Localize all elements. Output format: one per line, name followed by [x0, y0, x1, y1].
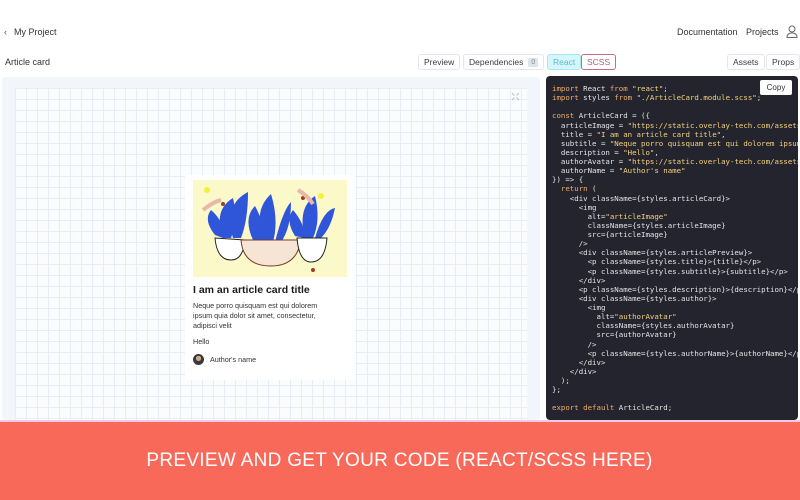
code-line: </div>: [552, 357, 606, 367]
code-line: authorName = "Author's name": [552, 166, 686, 176]
code-line: alt="articleImage": [552, 211, 668, 221]
dependencies-button[interactable]: Dependencies 0: [463, 54, 545, 70]
code-line: subtitle = "Neque porro quisquam est qui…: [552, 138, 798, 148]
code-block: import React from "react"; import styles …: [552, 84, 798, 413]
props-label: Props: [772, 57, 795, 67]
dependencies-count: 0: [528, 57, 539, 67]
code-line: </div>: [552, 366, 597, 376]
nav-documentation[interactable]: Documentation: [677, 27, 738, 37]
article-image: [193, 180, 347, 277]
code-line: <p className={styles.authorName}>{author…: [552, 348, 798, 358]
code-line: );: [552, 376, 570, 385]
author-avatar: [193, 354, 204, 365]
back-link[interactable]: ‹ My Project: [4, 27, 57, 37]
preview-label: Preview: [424, 57, 455, 67]
card-subtitle: Neque porro quisquam est qui dolorem ips…: [193, 301, 318, 330]
scss-label: SCSS: [587, 57, 611, 67]
chevron-left-icon: ‹: [4, 27, 7, 37]
react-label: React: [553, 57, 576, 67]
preview-button[interactable]: Preview: [418, 54, 461, 70]
expand-icon[interactable]: [511, 92, 520, 101]
assets-button[interactable]: Assets: [727, 54, 765, 70]
code-line: <img: [552, 202, 597, 212]
assets-label: Assets: [733, 57, 759, 67]
code-panel: import React from "react"; import styles …: [546, 76, 798, 420]
code-line: <div className={styles.author}>: [552, 293, 717, 303]
project-name: My Project: [14, 27, 57, 37]
card-title: I am an article card title: [193, 284, 310, 296]
code-line: />: [552, 239, 588, 249]
code-line: }) => {: [552, 175, 584, 185]
code-line: alt="authorAvatar": [552, 312, 677, 322]
code-line: export default ArticleCard;: [552, 403, 673, 413]
article-card: I am an article card title Neque porro q…: [185, 175, 355, 380]
code-line: />: [552, 339, 597, 349]
user-icon[interactable]: [786, 25, 798, 38]
code-line: <p className={styles.subtitle}>{subtitle…: [552, 266, 788, 276]
code-line: className={styles.articleImage}: [552, 220, 726, 230]
code-line: <div className={styles.articleCard}>: [552, 193, 730, 203]
code-line: src={authorAvatar}: [552, 330, 677, 340]
code-line: articleImage = "https://static.overlay-t…: [552, 120, 798, 130]
banner-text: PREVIEW AND GET YOUR CODE (REACT/SCSS HE…: [146, 450, 653, 471]
dependencies-label: Dependencies: [469, 57, 524, 67]
code-line: src={articleImage}: [552, 230, 668, 239]
code-line: description = "Hello",: [552, 147, 659, 157]
code-line: <img: [552, 303, 606, 312]
code-line: };: [552, 385, 561, 395]
code-line: const ArticleCard = ({: [552, 111, 650, 121]
props-button[interactable]: Props: [766, 54, 800, 70]
code-line: className={styles.authorAvatar}: [552, 321, 735, 331]
code-line: <div className={styles.articlePreview}>: [552, 248, 753, 258]
tab-scss[interactable]: SCSS: [581, 54, 617, 70]
card-description: Hello: [193, 337, 210, 346]
banner: PREVIEW AND GET YOUR CODE (REACT/SCSS HE…: [0, 420, 800, 500]
code-line: title = "I am an article card title",: [552, 129, 726, 139]
nav-projects[interactable]: Projects: [746, 27, 779, 37]
author-name: Author's name: [210, 355, 257, 364]
tab-react[interactable]: React: [547, 54, 582, 70]
copy-button[interactable]: Copy: [760, 80, 792, 95]
code-line: <p className={styles.title}>{title}</p>: [552, 257, 762, 267]
code-line: </div>: [552, 275, 606, 285]
code-line: return (: [560, 184, 597, 194]
code-line: authorAvatar = "https://static.overlay-t…: [552, 157, 798, 166]
component-name: Article card: [5, 57, 51, 67]
card-author: Author's name: [193, 354, 256, 365]
code-line: <p className={styles.description}>{descr…: [552, 284, 798, 294]
